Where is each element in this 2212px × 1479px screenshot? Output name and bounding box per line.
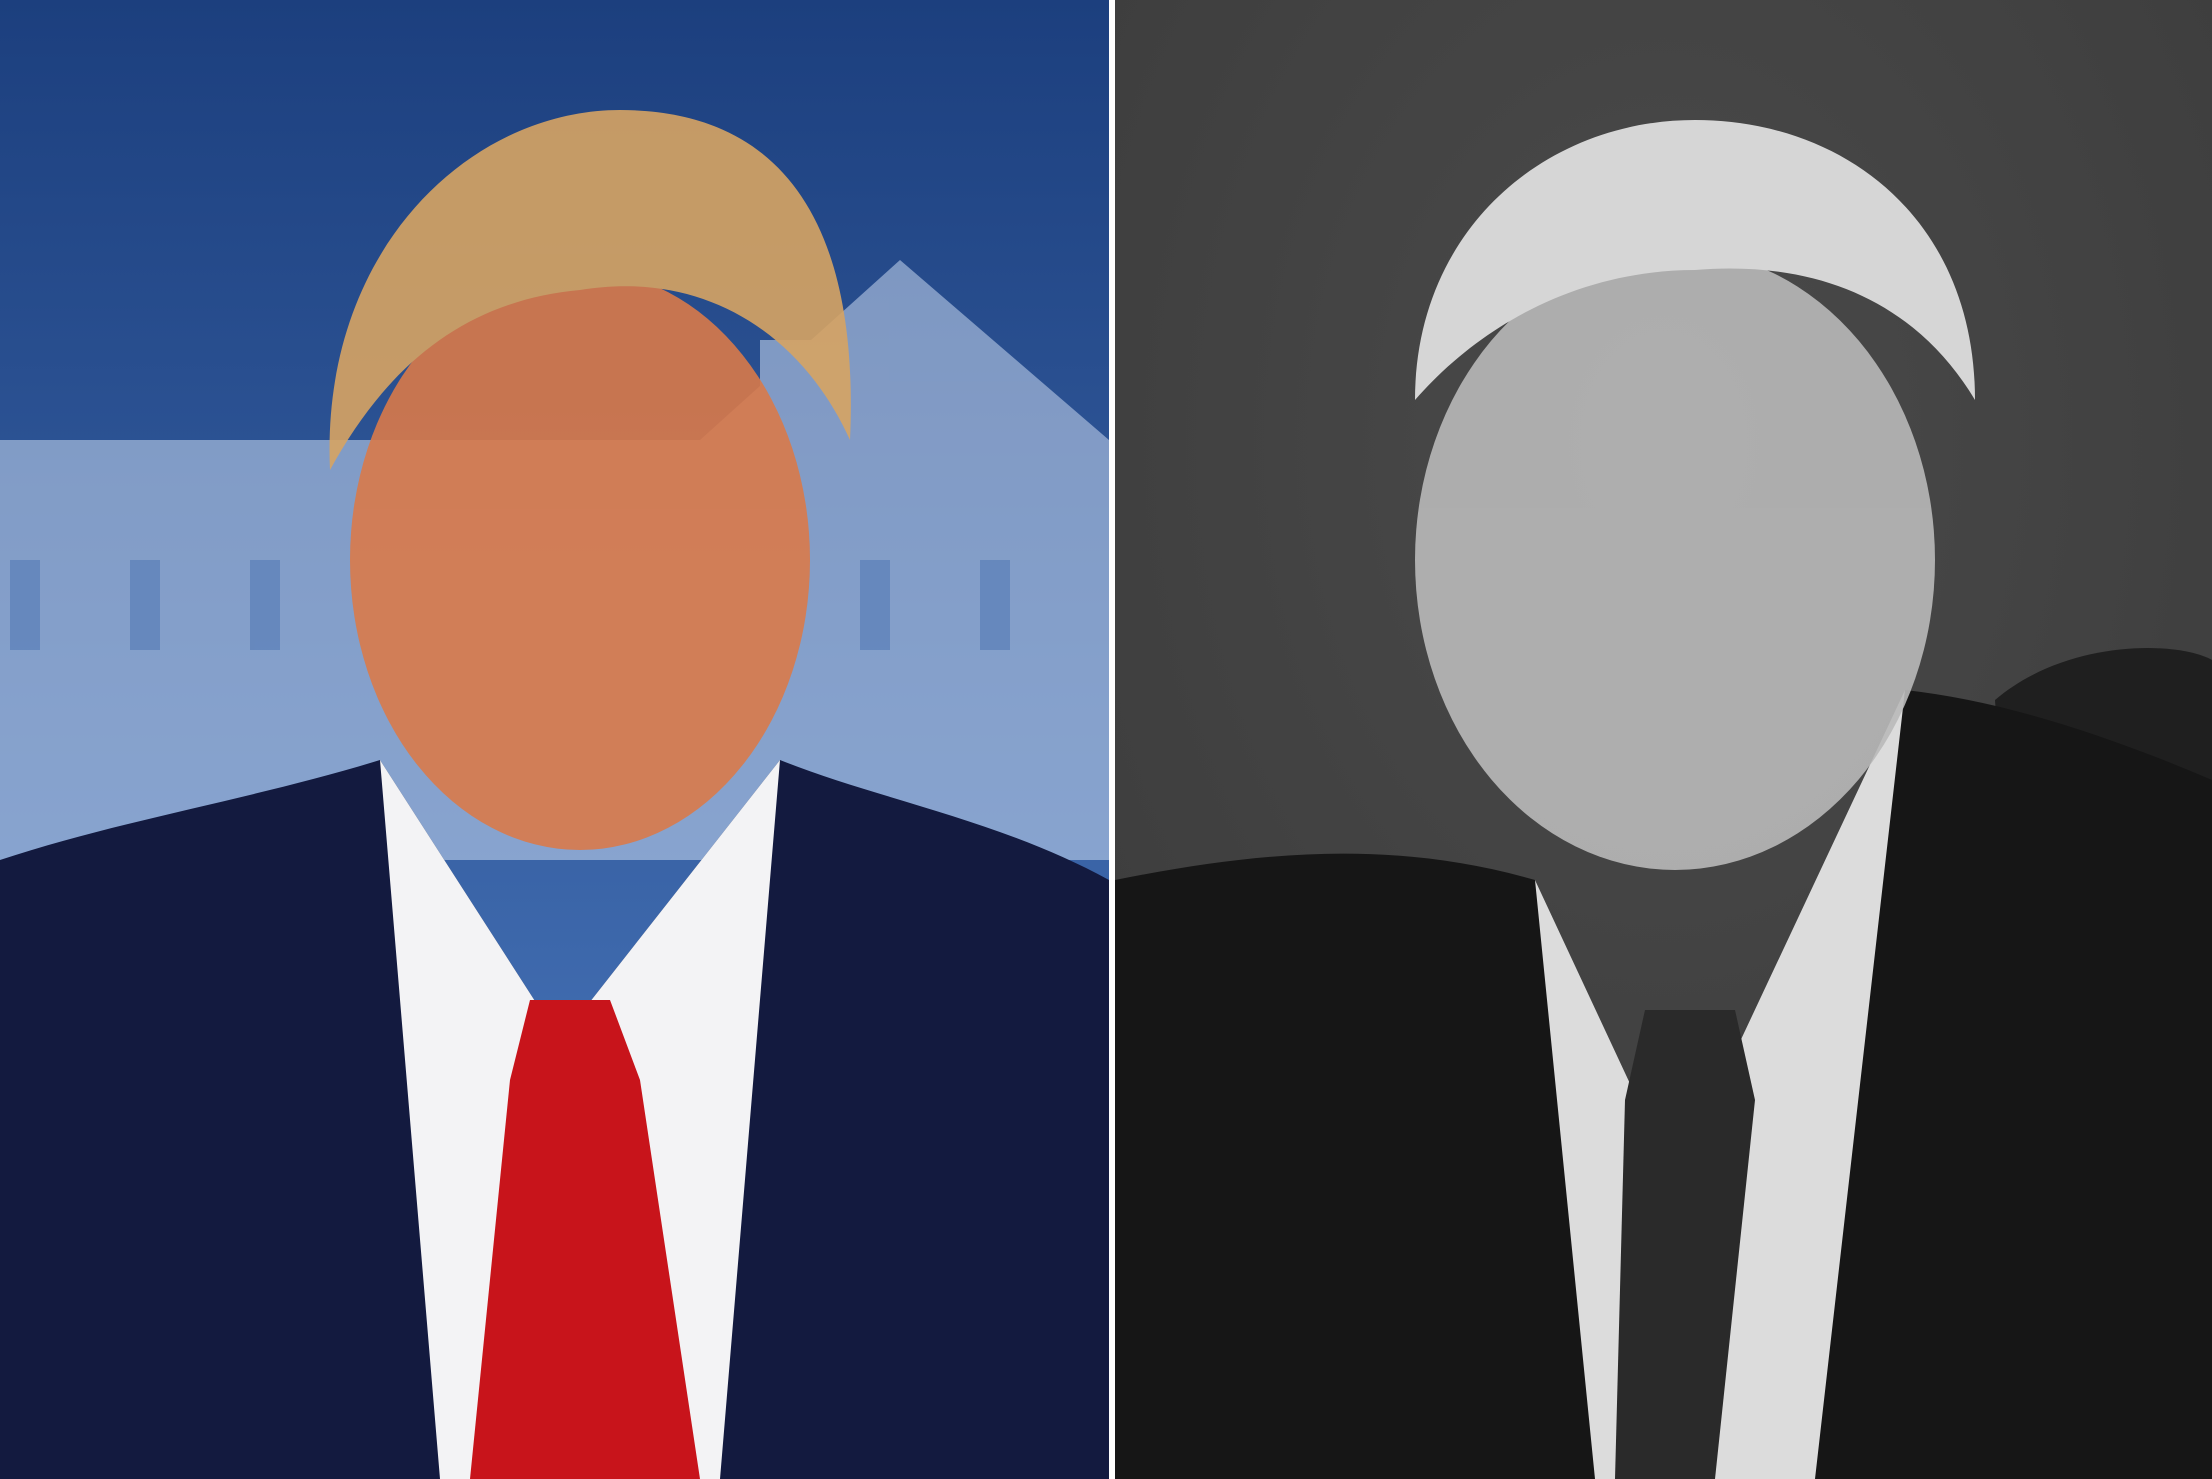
left-portrait-illustration [0,0,1109,1479]
right-portrait-illustration [1115,0,2212,1479]
right-portrait-photo [1115,0,2212,1479]
side-by-side-composite [0,0,2212,1479]
left-portrait-photo [0,0,1109,1479]
